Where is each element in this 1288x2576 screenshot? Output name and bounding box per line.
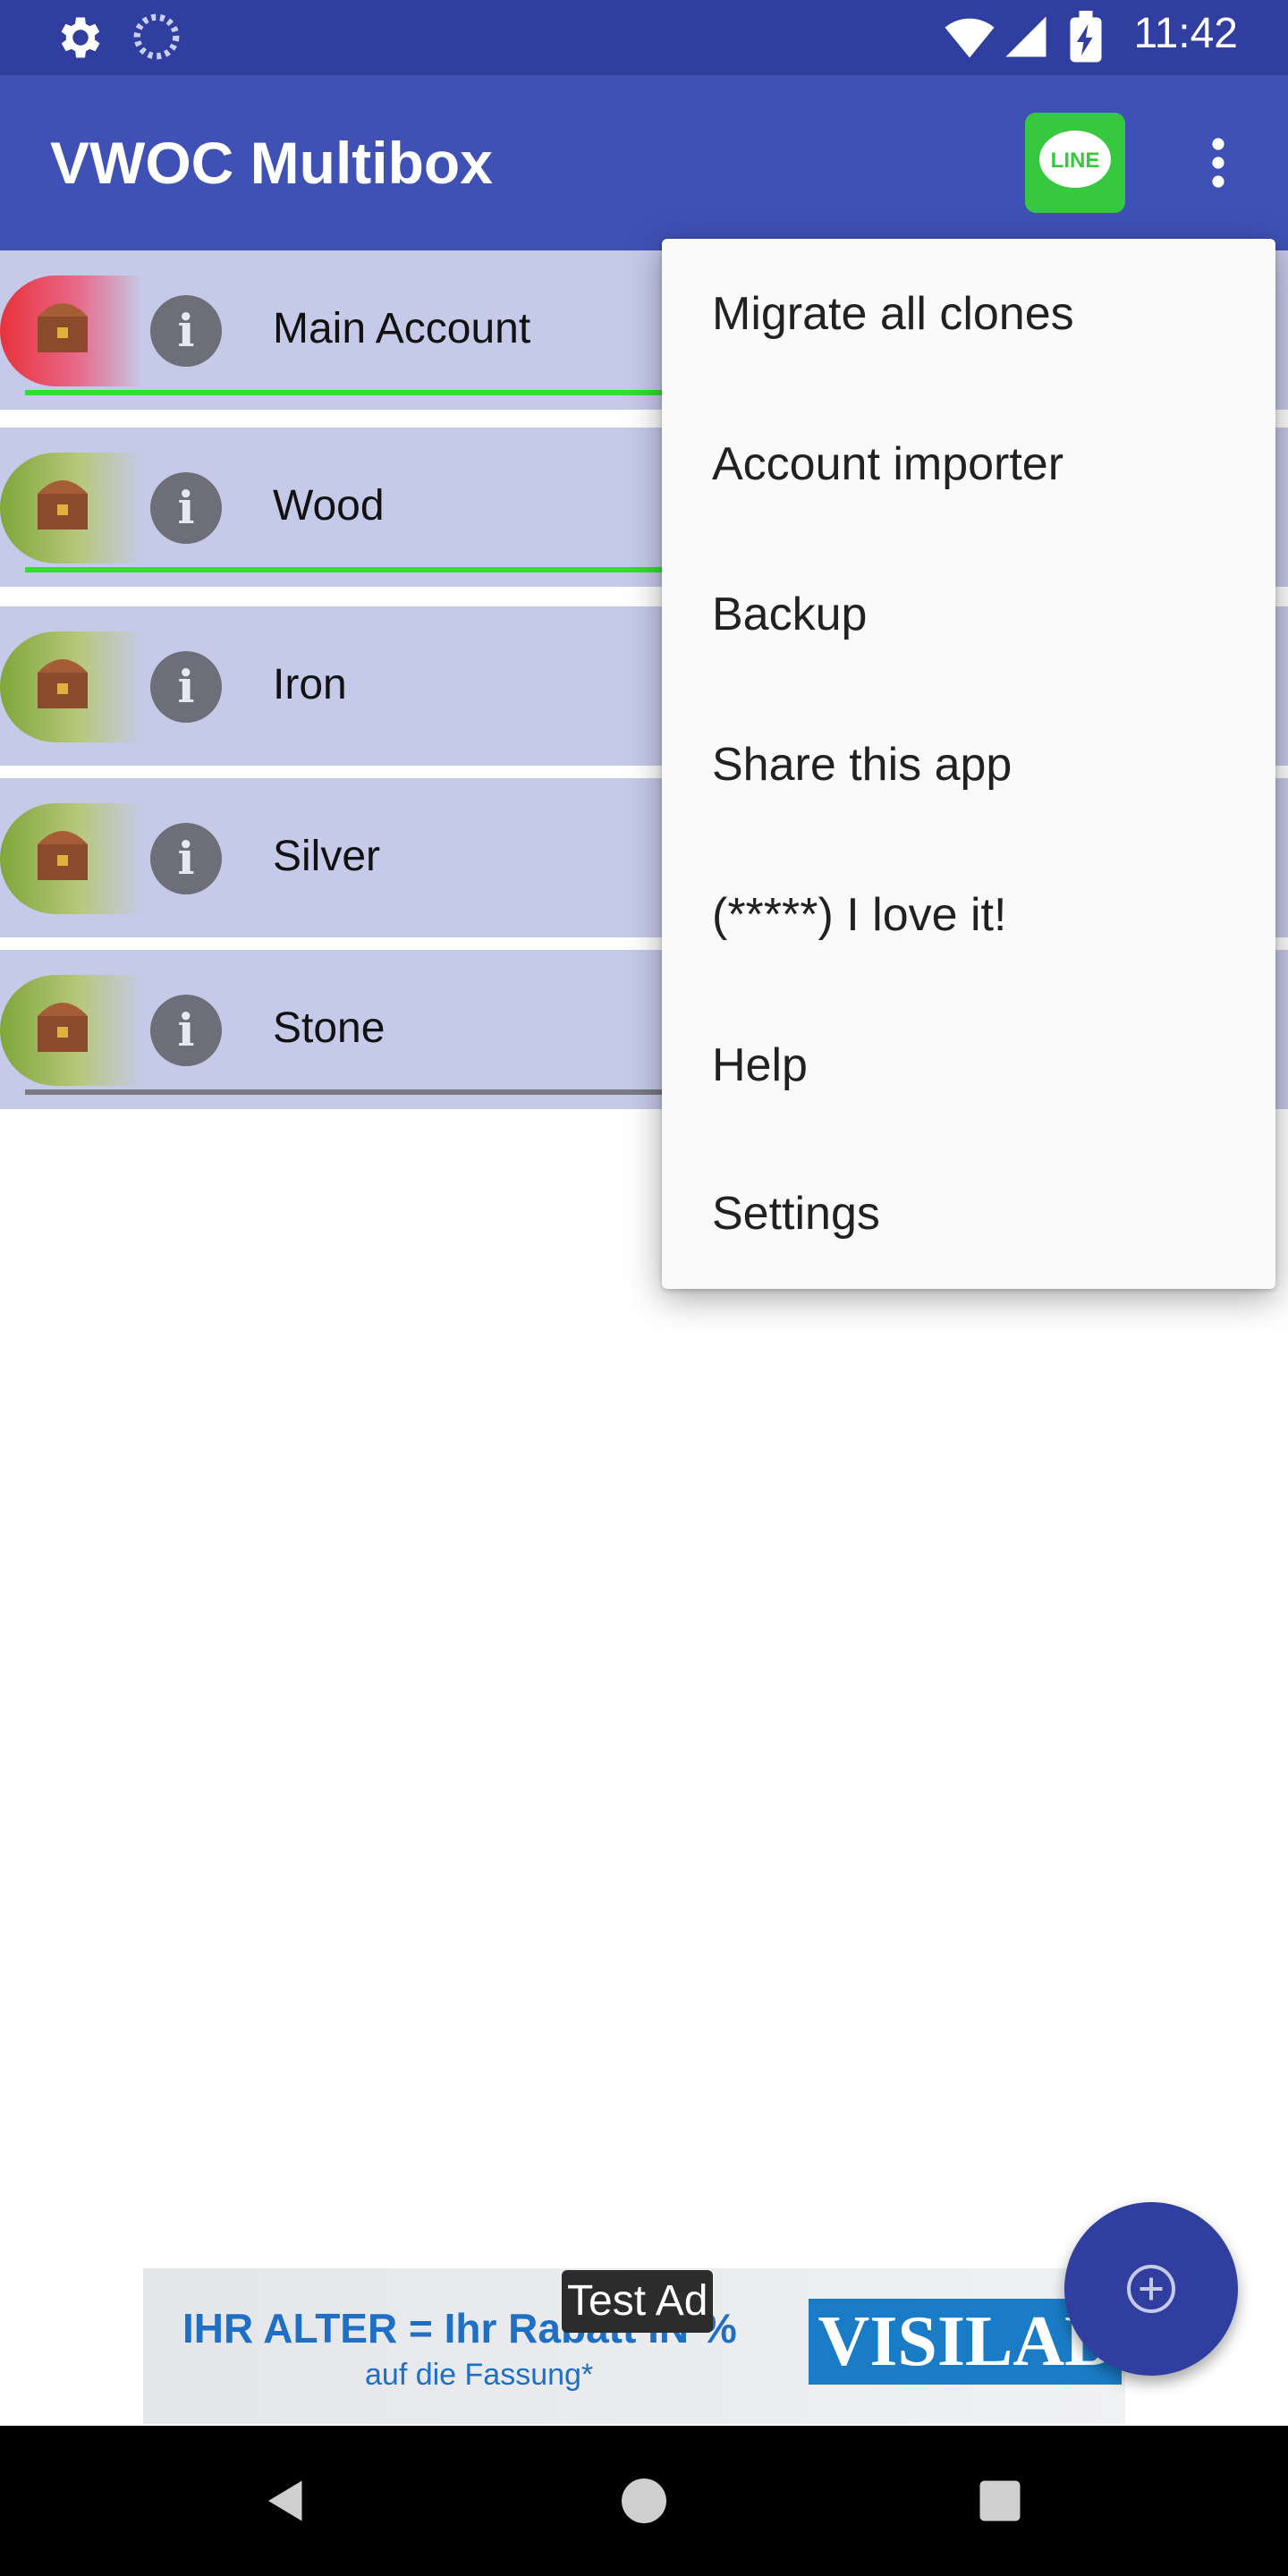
account-avatar: [0, 803, 143, 914]
menu-item-label: Migrate all clones: [712, 288, 1074, 340]
menu-item-share-this-app[interactable]: Share this app: [662, 690, 1275, 840]
account-label: Wood: [273, 482, 385, 530]
treasure-chest-icon: [38, 831, 88, 880]
treasure-chest-icon: [38, 659, 88, 708]
ad-subline: auf die Fassung*: [365, 2358, 594, 2392]
home-icon[interactable]: [617, 2474, 671, 2532]
app-bar: VWOC Multibox LINE: [0, 75, 1288, 250]
menu-item-label: Account importer: [712, 438, 1064, 490]
treasure-chest-icon: [38, 480, 88, 530]
battery-charging-icon: [1068, 11, 1104, 69]
navigation-bar: [0, 2426, 1288, 2576]
menu-item-label: Backup: [712, 589, 868, 640]
menu-item-settings[interactable]: Settings: [662, 1139, 1275, 1289]
account-info-button[interactable]: i: [150, 651, 222, 723]
app-title: VWOC Multibox: [50, 130, 493, 196]
menu-item-backup[interactable]: Backup: [662, 539, 1275, 690]
menu-item-account-importer[interactable]: Account importer: [662, 389, 1275, 539]
menu-item-label: (*****) I love it!: [712, 889, 1007, 941]
account-info-button[interactable]: i: [150, 472, 222, 544]
recents-icon[interactable]: [973, 2474, 1027, 2532]
menu-item-label: Settings: [712, 1188, 880, 1240]
line-chat-icon: LINE: [1039, 131, 1111, 188]
menu-item-rate-app[interactable]: (*****) I love it!: [662, 840, 1275, 990]
gear-icon: [54, 11, 107, 69]
menu-item-label: Help: [712, 1039, 808, 1091]
account-label: Silver: [273, 833, 381, 880]
wifi-icon: [941, 11, 998, 69]
status-bar: 11:42: [0, 0, 1288, 75]
account-avatar: [0, 275, 143, 386]
line-button-label: LINE: [1051, 148, 1100, 173]
back-icon[interactable]: [259, 2474, 313, 2532]
menu-item-help[interactable]: Help: [662, 990, 1275, 1140]
overflow-menu: Migrate all clones Account importer Back…: [662, 239, 1275, 1289]
status-time: 11:42: [1133, 10, 1238, 57]
account-info-button[interactable]: i: [150, 823, 222, 894]
account-avatar: [0, 631, 143, 742]
account-info-button[interactable]: i: [150, 295, 222, 367]
more-vert-icon[interactable]: [1186, 131, 1250, 195]
account-label: Iron: [273, 661, 347, 708]
test-ad-label: Test Ad: [562, 2270, 714, 2333]
account-label: Main Account: [273, 305, 531, 352]
account-avatar: [0, 453, 143, 564]
account-label: Stone: [273, 1004, 386, 1052]
treasure-chest-icon: [38, 1003, 88, 1052]
add-account-fab[interactable]: [1064, 2202, 1238, 2376]
loading-icon: [131, 11, 182, 67]
menu-item-label: Share this app: [712, 739, 1013, 791]
treasure-chest-icon: [38, 303, 88, 352]
signal-icon: [1002, 11, 1050, 67]
account-avatar: [0, 975, 143, 1086]
account-info-button[interactable]: i: [150, 995, 222, 1066]
add-circle-icon: [1127, 2265, 1175, 2313]
line-button[interactable]: LINE: [1025, 113, 1125, 213]
menu-item-migrate-all-clones[interactable]: Migrate all clones: [662, 239, 1275, 389]
